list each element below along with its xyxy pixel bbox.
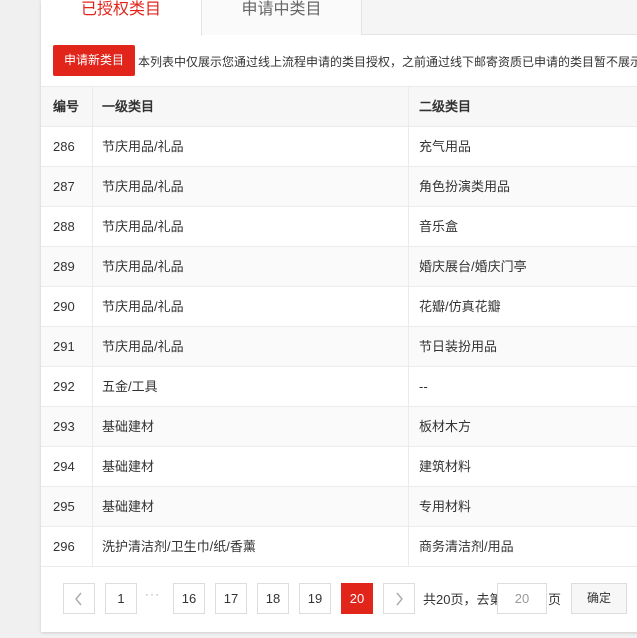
row-level1-cell: 基础建材 (102, 459, 155, 474)
next-page-button[interactable] (383, 583, 415, 614)
table-row: 287 节庆用品/礼品 角色扮演类用品 (41, 166, 637, 206)
table-row: 290 节庆用品/礼品 花瓣/仿真花瓣 (41, 286, 637, 326)
table-row: 294 基础建材 建筑材料 (41, 446, 637, 486)
table-row: 288 节庆用品/礼品 音乐盒 (41, 206, 637, 246)
header-level1: 一级类目 (102, 99, 155, 114)
confirm-jump-button[interactable]: 确定 (571, 583, 627, 614)
table-header-row: 编号 一级类目 二级类目 (41, 86, 637, 126)
row-id-cell: 293 (53, 419, 75, 434)
row-id-cell: 290 (53, 299, 75, 314)
row-level1-cell: 洗护清洁剂/卫生巾/纸/香薰 (102, 539, 256, 554)
row-level1-cell: 节庆用品/礼品 (102, 219, 184, 234)
row-id-cell: 295 (53, 499, 75, 514)
row-id-cell: 289 (53, 259, 75, 274)
row-level2-cell: 节日装扮用品 (419, 339, 498, 354)
row-level1-cell: 五金/工具 (102, 379, 158, 394)
row-level2-cell: 充气用品 (419, 139, 472, 154)
total-pages-text: 共20页，去第 (423, 592, 503, 607)
chevron-left-icon (75, 592, 82, 606)
row-level2-cell: 花瓣/仿真花瓣 (419, 299, 501, 314)
prev-page-button[interactable] (63, 583, 95, 614)
tab-applying-categories[interactable]: 申请中类目 (202, 0, 362, 35)
table-row: 286 节庆用品/礼品 充气用品 (41, 126, 637, 166)
toolbar: 申请新类目 本列表中仅展示您通过线上流程申请的类目授权，之前通过线下邮寄资质已申… (41, 36, 637, 86)
row-level1-cell: 节庆用品/礼品 (102, 139, 184, 154)
row-level2-cell: 板材木方 (419, 419, 472, 434)
row-level1-cell: 基础建材 (102, 499, 155, 514)
table-row: 293 基础建材 板材木方 (41, 406, 637, 446)
row-level1-cell: 基础建材 (102, 419, 155, 434)
page-ellipsis: ··· (145, 587, 160, 601)
table-row: 296 洗护清洁剂/卫生巾/纸/香薰 商务清洁剂/用品 (41, 526, 637, 566)
header-level2: 二级类目 (419, 99, 472, 114)
list-notice-text: 本列表中仅展示您通过线上流程申请的类目授权，之前通过线下邮寄资质已申请的类目暂不… (138, 55, 637, 69)
row-level2-cell: 音乐盒 (419, 219, 459, 234)
jump-page-input[interactable] (497, 583, 547, 614)
row-id-cell: 287 (53, 179, 75, 194)
row-level1-cell: 节庆用品/礼品 (102, 339, 184, 354)
row-level1-cell: 节庆用品/礼品 (102, 299, 184, 314)
row-level2-cell: -- (419, 379, 428, 394)
row-id-cell: 294 (53, 459, 75, 474)
page-unit-label: 页 (548, 592, 562, 607)
category-auth-panel: 已授权类目 申请中类目 申请新类目 本列表中仅展示您通过线上流程申请的类目授权，… (41, 0, 637, 632)
page-button-current[interactable]: 20 (341, 583, 373, 614)
row-level2-cell: 商务清洁剂/用品 (419, 539, 514, 554)
row-id-cell: 292 (53, 379, 75, 394)
apply-new-category-button[interactable]: 申请新类目 (53, 45, 135, 76)
table-row: 292 五金/工具 -- (41, 366, 637, 406)
page-button-18[interactable]: 18 (257, 583, 289, 614)
tab-authorized-categories[interactable]: 已授权类目 (41, 0, 202, 36)
table-row: 295 基础建材 专用材料 (41, 486, 637, 526)
row-level2-cell: 角色扮演类用品 (419, 179, 511, 194)
page-button-16[interactable]: 16 (173, 583, 205, 614)
row-id-cell: 288 (53, 219, 75, 234)
category-table: 编号 一级类目 二级类目 286 节庆用品/礼品 充气用品 287 节庆用品/礼品 角色扮… (41, 86, 637, 566)
row-level1-cell: 节庆用品/礼品 (102, 179, 184, 194)
row-id-cell: 286 (53, 139, 75, 154)
row-level2-cell: 婚庆展台/婚庆门亭 (419, 259, 527, 274)
table-row: 289 节庆用品/礼品 婚庆展台/婚庆门亭 (41, 246, 637, 286)
tab-bar: 已授权类目 申请中类目 (41, 0, 637, 36)
row-id-cell: 296 (53, 539, 75, 554)
row-level1-cell: 节庆用品/礼品 (102, 259, 184, 274)
table-row: 291 节庆用品/礼品 节日装扮用品 (41, 326, 637, 366)
row-id-cell: 291 (53, 339, 75, 354)
chevron-right-icon (396, 592, 403, 606)
row-level2-cell: 建筑材料 (419, 459, 472, 474)
page-button-19[interactable]: 19 (299, 583, 331, 614)
header-id: 编号 (53, 99, 80, 114)
row-level2-cell: 专用材料 (419, 499, 472, 514)
page-button-1[interactable]: 1 (105, 583, 137, 614)
pagination: 1 ··· 16 17 18 19 20 共20页，去第 页 确定 (41, 566, 637, 632)
table-body: 286 节庆用品/礼品 充气用品 287 节庆用品/礼品 角色扮演类用品 288 节庆用品/礼… (41, 126, 637, 566)
page-button-17[interactable]: 17 (215, 583, 247, 614)
